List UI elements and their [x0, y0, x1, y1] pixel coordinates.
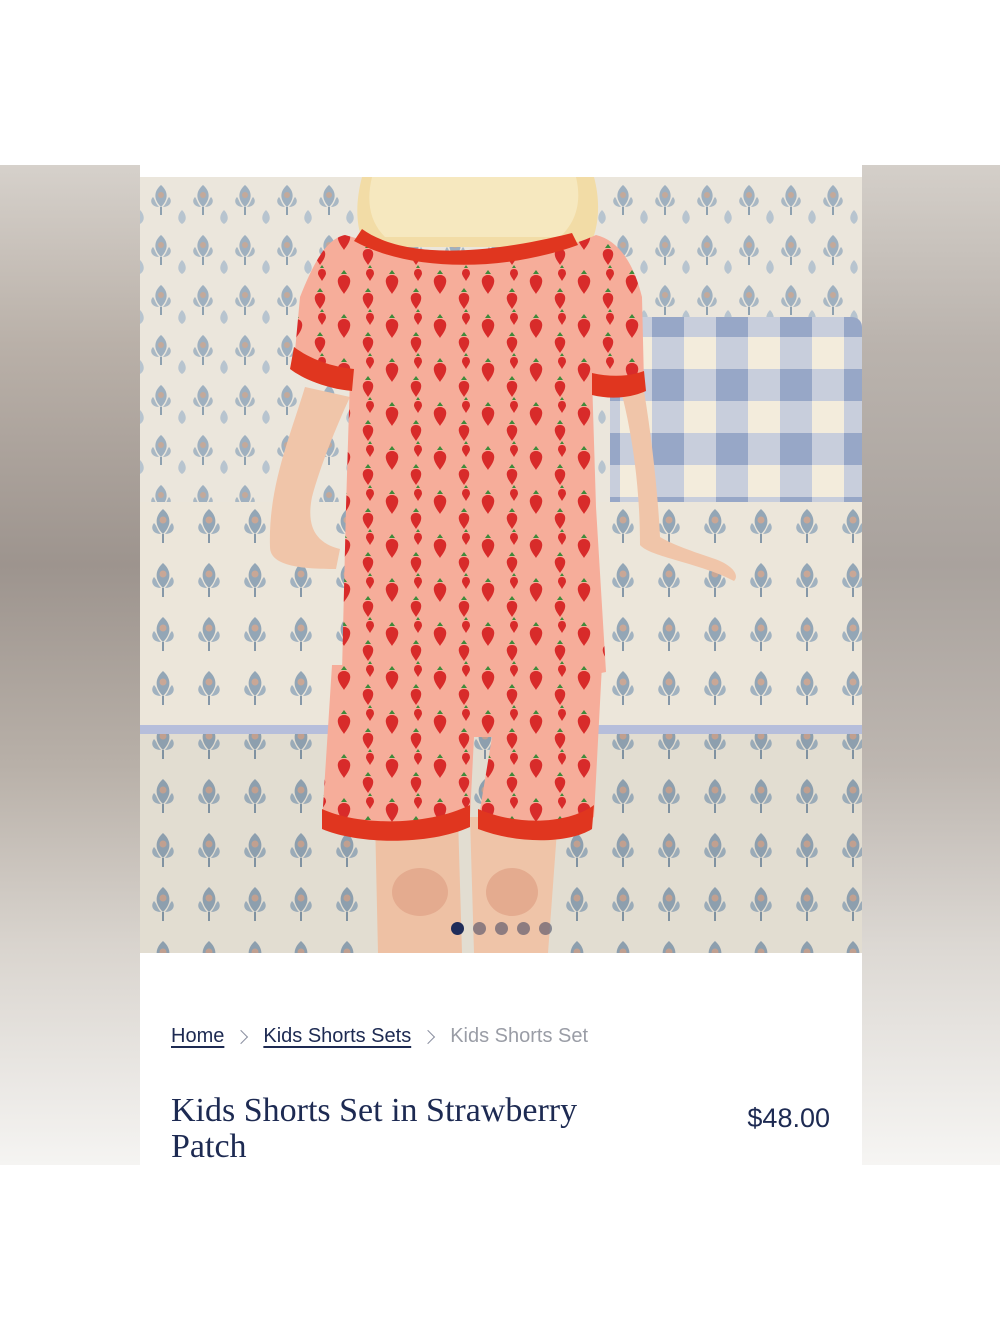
carousel-dot-4[interactable]	[516, 922, 530, 935]
product-title: Kids Shorts Set in Strawberry Patch	[171, 1092, 578, 1165]
carousel-dot-3[interactable]	[494, 922, 508, 935]
breadcrumb: Home Kids Shorts Sets Kids Shorts Set	[171, 1025, 588, 1048]
breadcrumb-category-link[interactable]: Kids Shorts Sets	[263, 1025, 411, 1048]
product-image[interactable]	[140, 177, 862, 953]
breadcrumb-home-link[interactable]: Home	[171, 1025, 224, 1048]
background-blur-left	[0, 165, 140, 1165]
product-price: $48.00	[747, 1103, 830, 1133]
carousel-dot-2[interactable]	[472, 922, 486, 935]
product-photo-illustration	[140, 177, 862, 953]
product-card: Home Kids Shorts Sets Kids Shorts Set Ki…	[140, 165, 862, 1165]
breadcrumb-current: Kids Shorts Set	[450, 1025, 589, 1047]
carousel-dot-5[interactable]	[538, 922, 552, 935]
chevron-right-icon	[234, 1029, 249, 1044]
chevron-right-icon	[421, 1029, 436, 1044]
carousel-dot-1[interactable]	[450, 922, 464, 935]
background-blur-right	[862, 165, 1000, 1165]
carousel-dots	[140, 922, 862, 935]
